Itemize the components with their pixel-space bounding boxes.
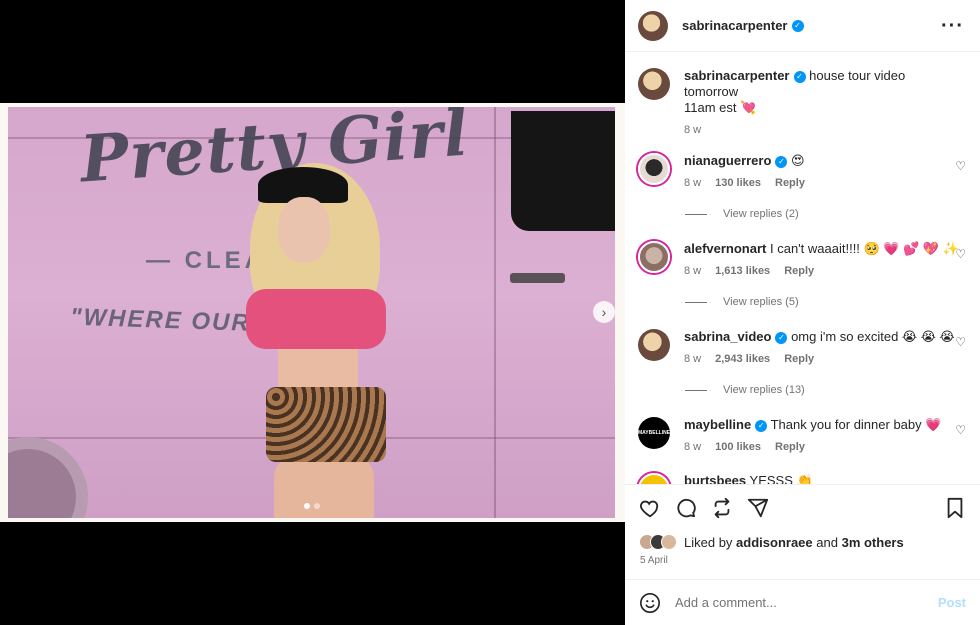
comment-like-icon[interactable]: ♡ — [955, 247, 966, 261]
liked-by-others[interactable]: 3m others — [842, 535, 904, 550]
comment-username[interactable]: nianaguerrero — [684, 153, 771, 168]
liker-avatars — [639, 534, 677, 550]
author-username[interactable]: sabrinacarpenter — [682, 18, 788, 33]
liked-by-user[interactable]: addisonraee — [736, 535, 813, 550]
liked-by-and: and — [816, 534, 838, 550]
van-handle — [510, 273, 565, 283]
verified-icon: ✓ — [791, 19, 804, 32]
comment-username[interactable]: maybelline — [684, 417, 751, 432]
person-figure — [228, 139, 408, 518]
van-door-seam — [494, 107, 496, 518]
comment-item: alefvernonart I can't waaait!!!! 🥺 💗 💕 💖… — [638, 241, 968, 279]
comments-list: sabrinacarpenter ✓ house tour video tomor… — [625, 53, 980, 484]
view-replies-button[interactable]: View replies (5) — [685, 296, 799, 308]
verified-icon: ✓ — [775, 155, 788, 168]
emoji-icon[interactable] — [639, 592, 661, 614]
media-area: Pretty Girl — CLEA W "WHERE OUR E TRUE!"… — [0, 0, 625, 625]
comment-time[interactable]: 8 w — [684, 439, 701, 455]
comment-text: Thank you for dinner baby 💗 — [770, 417, 942, 432]
caption-username[interactable]: sabrinacarpenter — [684, 68, 790, 83]
commenter-avatar[interactable] — [638, 473, 670, 484]
comment-input[interactable] — [675, 595, 925, 610]
leopard-shorts — [266, 387, 386, 462]
bookmark-icon[interactable] — [944, 497, 966, 519]
comment-text: 😍 — [791, 153, 805, 168]
comment-likes[interactable]: 100 likes — [715, 439, 761, 455]
more-options-icon[interactable]: ··· — [941, 15, 964, 38]
post-photo[interactable]: Pretty Girl — CLEA W "WHERE OUR E TRUE!" — [8, 107, 615, 518]
comment-username[interactable]: burtsbees — [684, 473, 746, 484]
caption: sabrinacarpenter ✓ house tour video tomor… — [638, 68, 968, 138]
comment-likes[interactable]: 130 likes — [715, 175, 761, 191]
post-actions: Liked by addisonraee and 3m others 5 Apr… — [625, 484, 980, 579]
comment-item: sabrina_video ✓ omg i'm so excited 😭 😭 😭 … — [638, 329, 968, 367]
carousel-dot — [314, 503, 320, 509]
comment-text: I can't waaait!!!! 🥺 💗 💕 💖 ✨ — [770, 241, 959, 256]
commenter-avatar[interactable] — [638, 153, 670, 185]
comment-item: burtsbees YESSS 👏 — [638, 473, 968, 484]
face — [278, 197, 330, 263]
liked-by-prefix: Liked by — [684, 534, 733, 550]
verified-icon: ✓ — [755, 419, 768, 432]
caption-text-2: tomorrow — [684, 84, 739, 99]
like-icon[interactable] — [639, 497, 661, 519]
post-photo-frame: Pretty Girl — CLEA W "WHERE OUR E TRUE!" — [0, 103, 625, 522]
comment-username[interactable]: sabrina_video — [684, 329, 771, 344]
verified-icon: ✓ — [793, 70, 806, 83]
comment-item: MAYBELLINE maybelline ✓ Thank you for din… — [638, 417, 968, 455]
reply-button[interactable]: Reply — [784, 263, 814, 279]
comment-time[interactable]: 8 w — [684, 351, 701, 367]
reply-button[interactable]: Reply — [775, 439, 805, 455]
post-side-panel: sabrinacarpenter ✓ ··· sabrinacarpenter ✓… — [625, 0, 980, 625]
carousel-dot-active — [304, 503, 310, 509]
comment-composer: Post — [625, 579, 980, 625]
likes-summary: Liked by addisonraee and 3m others — [639, 534, 904, 550]
liker-avatar — [661, 534, 677, 550]
comment-text: YESSS 👏 — [749, 473, 813, 484]
legs — [274, 457, 374, 518]
carousel-dots — [304, 503, 320, 509]
share-icon[interactable] — [711, 497, 733, 519]
pink-top — [246, 289, 386, 349]
next-arrow-icon[interactable]: › — [593, 301, 615, 323]
post-header: sabrinacarpenter ✓ ··· — [625, 0, 980, 52]
commenter-avatar[interactable] — [638, 241, 670, 273]
comment-text: omg i'm so excited 😭 😭 😭 — [791, 329, 955, 344]
comment-like-icon[interactable]: ♡ — [955, 159, 966, 173]
commenter-avatar[interactable] — [638, 329, 670, 361]
caption-text-3: 11am est 💘 — [684, 100, 757, 115]
send-icon[interactable] — [747, 497, 769, 519]
reply-button[interactable]: Reply — [775, 175, 805, 191]
reply-button[interactable]: Reply — [784, 351, 814, 367]
view-replies-button[interactable]: View replies (2) — [685, 208, 799, 220]
caption-time[interactable]: 8 w — [684, 122, 701, 138]
comment-likes[interactable]: 1,613 likes — [715, 263, 770, 279]
author-avatar[interactable] — [638, 10, 668, 41]
caption-avatar[interactable] — [638, 68, 670, 100]
verified-icon: ✓ — [775, 331, 788, 344]
view-replies-button[interactable]: View replies (13) — [685, 384, 805, 396]
commenter-avatar[interactable]: MAYBELLINE — [638, 417, 670, 449]
comment-icon[interactable] — [675, 497, 697, 519]
post-date[interactable]: 5 April — [640, 555, 668, 566]
comment-time[interactable]: 8 w — [684, 175, 701, 191]
post-comment-button[interactable]: Post — [938, 595, 966, 610]
comment-likes[interactable]: 2,943 likes — [715, 351, 770, 367]
van-window — [511, 111, 615, 231]
van-wheel — [8, 437, 88, 518]
comment-item: nianaguerrero ✓ 😍 8 w 130 likes Reply ♡ — [638, 153, 968, 191]
comment-like-icon[interactable]: ♡ — [955, 335, 966, 349]
caption-text-1: house tour video — [809, 68, 906, 83]
comment-time[interactable]: 8 w — [684, 263, 701, 279]
comment-username[interactable]: alefvernonart — [684, 241, 766, 256]
comment-like-icon[interactable]: ♡ — [955, 423, 966, 437]
